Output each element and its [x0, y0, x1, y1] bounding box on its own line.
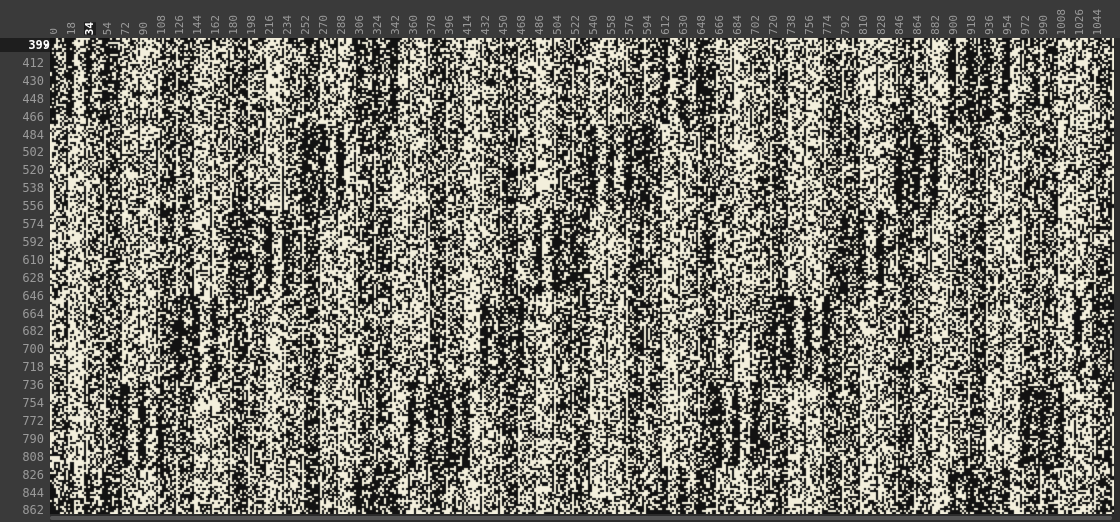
column-offset-label: 342	[389, 15, 402, 35]
column-offset-label: 594	[641, 15, 654, 35]
column-offset-label: 990	[1037, 15, 1050, 35]
column-offset-label: 234	[281, 15, 294, 35]
column-offset-label: 684	[731, 15, 744, 35]
column-offset-label: 162	[209, 15, 222, 35]
column-offset-label: 540	[587, 15, 600, 35]
column-offset-label: 666	[713, 15, 726, 35]
row-offset-label: 682	[22, 324, 44, 339]
row-offset-label: 646	[22, 288, 44, 303]
column-offset-label: 756	[803, 15, 816, 35]
column-offset-label: 252	[299, 15, 312, 35]
row-offset-label: 628	[22, 270, 44, 285]
column-offset-label: 918	[965, 15, 978, 35]
column-offset-label: 180	[227, 15, 240, 35]
row-offset-label: 430	[22, 73, 44, 88]
row-offset-label: 484	[22, 127, 44, 142]
column-offset-label: 198	[245, 15, 258, 35]
column-offset-label: 846	[893, 15, 906, 35]
column-offset-label: 774	[821, 15, 834, 35]
horizontal-scrollbar[interactable]	[50, 514, 1120, 522]
row-offset-label: 790	[22, 431, 44, 446]
column-offset-label: 1026	[1073, 8, 1086, 36]
row-offset-label: 412	[22, 55, 44, 70]
column-offset-label: 306	[353, 15, 366, 35]
column-offset-label: 522	[569, 15, 582, 35]
row-offset-label: 718	[22, 360, 44, 375]
row-offset-label: 592	[22, 234, 44, 249]
column-offset-label: 810	[857, 15, 870, 35]
column-offset-label: 882	[929, 15, 942, 35]
column-offset-label: 864	[911, 15, 924, 35]
row-offset-label: 538	[22, 181, 44, 196]
row-offset-label: 844	[22, 485, 44, 500]
vertical-scrollbar[interactable]	[1114, 38, 1120, 514]
row-offset-label: 826	[22, 467, 44, 482]
column-offset-label: 108	[155, 15, 168, 35]
row-offset-label: 736	[22, 378, 44, 393]
column-offset-label: 558	[605, 15, 618, 35]
row-offset-label: 556	[22, 199, 44, 214]
column-offset-label: 396	[443, 15, 456, 35]
row-offset-label: 700	[22, 342, 44, 357]
column-offset-label: 126	[173, 15, 186, 35]
row-offset-label: 772	[22, 413, 44, 428]
column-offset-label: 450	[497, 15, 510, 35]
row-offset-label: 574	[22, 217, 44, 231]
column-offset-ruler: 0 18 34 54 72 90 108 126 144 162 180 198 216 234 252 27…	[50, 0, 1120, 38]
column-offset-label: 1008	[1055, 8, 1068, 36]
column-offset-label: 414	[461, 15, 474, 35]
column-offset-label: 270	[317, 15, 330, 35]
row-offset-label: 520	[22, 163, 44, 178]
row-offset-label: 610	[22, 252, 44, 267]
row-offset-label: 448	[22, 91, 44, 106]
column-offset-label: 378	[425, 15, 438, 35]
column-offset-label: 18	[65, 21, 78, 35]
column-offset-label: 648	[695, 15, 708, 35]
column-offset-label: 486	[533, 15, 546, 35]
row-offset-label: 808	[22, 449, 44, 464]
column-offset-label: 702	[749, 15, 762, 35]
column-offset-label: 288	[335, 15, 348, 35]
column-offset-label: 216	[263, 15, 276, 35]
column-offset-label: 360	[407, 15, 420, 35]
column-offset-label: 72	[119, 21, 132, 35]
row-offset-label: 862	[22, 503, 44, 518]
row-offset-label: 664	[22, 306, 44, 321]
column-offset-label: 90	[137, 21, 150, 35]
column-offset-label: 828	[875, 15, 888, 35]
binary-data-viewer[interactable]: 0 18 34 54 72 90 108 126 144 162 180 198 216 234 252 27…	[0, 0, 1120, 522]
column-offset-label: 630	[677, 15, 690, 35]
ruler-corner	[0, 0, 50, 38]
column-offset-label: 1044	[1091, 8, 1104, 36]
column-offset-label: 900	[947, 15, 960, 35]
row-offset-label: 754	[22, 396, 44, 410]
column-offset-label: 792	[839, 15, 852, 35]
column-offset-label: 34	[83, 21, 96, 35]
row-marker-icon: ▸	[44, 41, 50, 51]
horizontal-scroll-thumb[interactable]	[50, 516, 1112, 520]
row-offset-ruler: 399 412 430 448 466 484 502 520 538 556 574 592 610 6…	[0, 38, 50, 522]
column-offset-label: 468	[515, 15, 528, 35]
column-offset-label: 144	[191, 15, 204, 35]
column-offset-label: 0	[50, 28, 60, 35]
column-offset-label: 54	[101, 21, 114, 35]
column-offset-label: 954	[1001, 15, 1014, 35]
column-offset-label: 576	[623, 15, 636, 35]
column-offset-label: 432	[479, 15, 492, 35]
column-offset-label: 936	[983, 15, 996, 35]
column-offset-label: 324	[371, 15, 384, 35]
row-offset-label: 399	[0, 38, 50, 52]
column-offset-label: 720	[767, 15, 780, 35]
bit-pixel-canvas[interactable]	[50, 38, 1114, 514]
column-offset-label: 612	[659, 15, 672, 35]
column-offset-label: 738	[785, 15, 798, 35]
column-offset-label: 504	[551, 15, 564, 35]
row-offset-label: 502	[22, 145, 44, 160]
row-offset-label: 466	[22, 109, 44, 124]
column-offset-label: 972	[1019, 15, 1032, 35]
